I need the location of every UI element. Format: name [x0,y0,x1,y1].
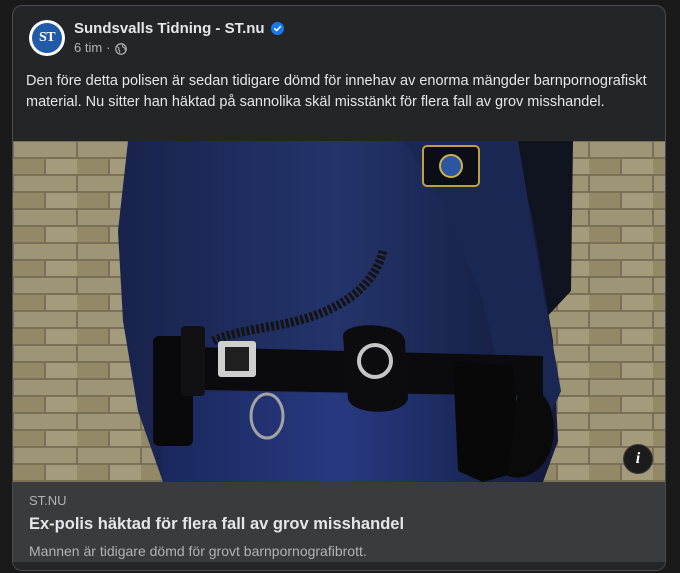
page-name-row: Sundsvalls Tidning - ST.nu [74,19,284,38]
link-title[interactable]: Ex-polis häktad för flera fall av grov m… [29,514,404,535]
post-time-row: 6 tim · [74,39,284,56]
info-icon: i [635,450,641,467]
globe-icon[interactable] [114,42,127,55]
post-header: ST Sundsvalls Tidning - ST.nu 6 tim · [29,19,284,56]
link-preview[interactable]: ST.NU Ex-polis häktad för flera fall av … [13,482,665,570]
page-name[interactable]: Sundsvalls Tidning - ST.nu [74,19,265,38]
post-card: ST Sundsvalls Tidning - ST.nu 6 tim · De… [12,5,666,571]
verified-badge-icon [270,22,284,35]
link-description: Mannen är tidigare dömd för grovt barnpo… [29,543,367,559]
post-text: Den före detta polisen är sedan tidigare… [26,73,647,110]
avatar-logo: ST [32,22,62,53]
avatar[interactable]: ST [29,19,65,56]
link-domain: ST.NU [29,493,67,508]
info-button[interactable]: i [623,444,653,474]
post-meta: Sundsvalls Tidning - ST.nu 6 tim · [74,19,284,56]
post-timestamp[interactable]: 6 tim [74,39,102,56]
separator-dot: · [106,40,111,55]
card-bottom-edge [13,562,665,570]
post-image[interactable]: i [13,141,665,482]
